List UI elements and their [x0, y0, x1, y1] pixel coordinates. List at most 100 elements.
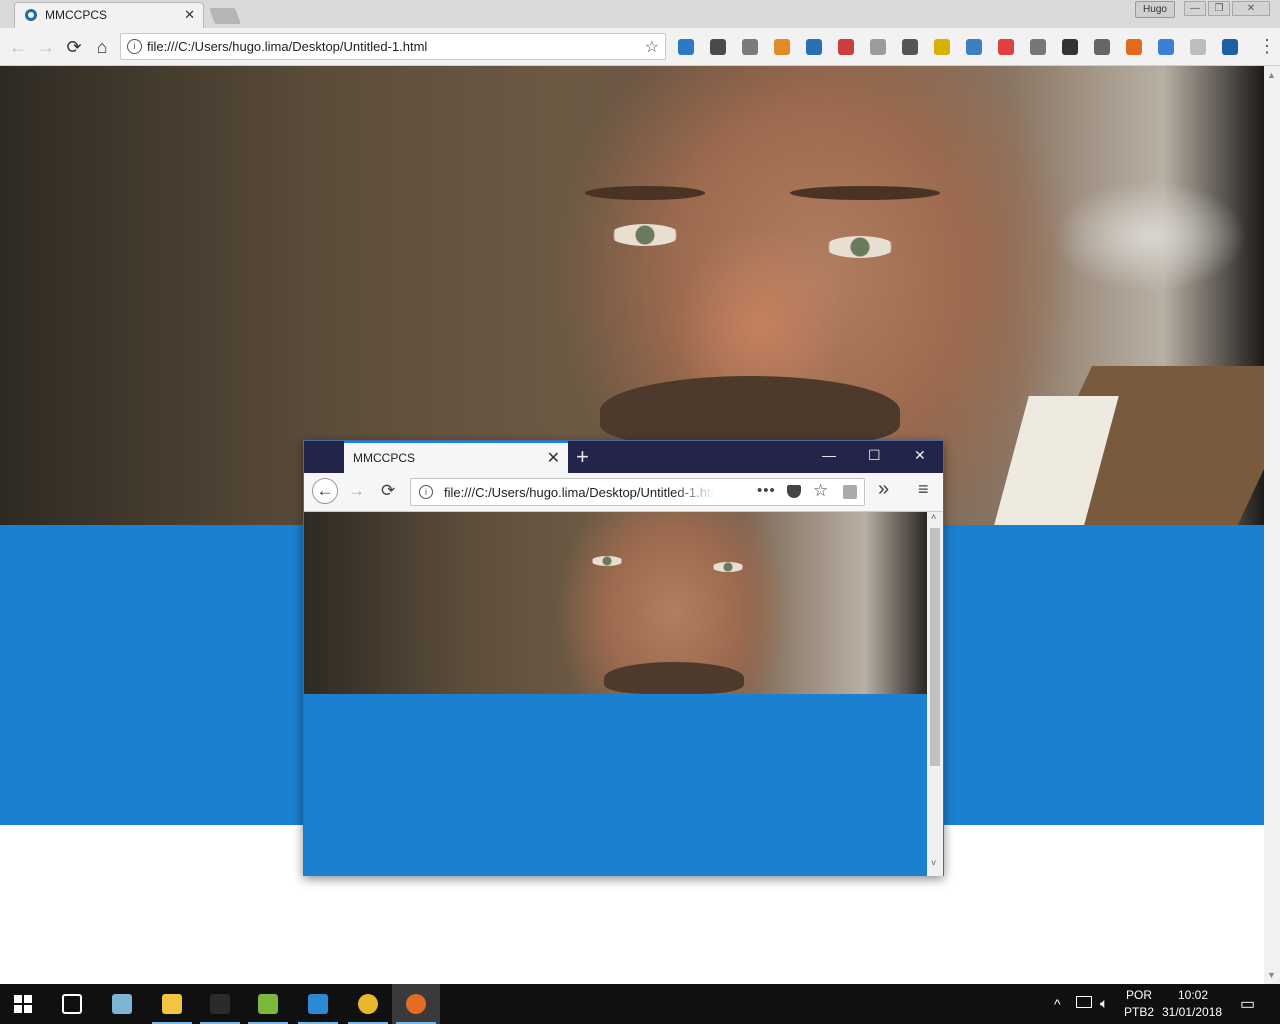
taskbar-app-green-button[interactable]	[244, 984, 292, 1024]
photo-left-eye	[610, 224, 680, 246]
firefox-titlebar[interactable]: MMCCPCS ✕ + — ☐ ✕	[304, 441, 943, 473]
extension-icon[interactable]	[774, 39, 790, 55]
hamburger-menu-icon[interactable]: ≡	[918, 479, 929, 500]
firefox-maximize-button[interactable]: ☐	[868, 447, 881, 464]
firefox-tab-title: MMCCPCS	[353, 451, 415, 465]
chrome-tab-active[interactable]: MMCCPCS ✕	[14, 2, 204, 28]
extension-icon[interactable]	[678, 39, 694, 55]
chrome-tab-strip: MMCCPCS ✕ Hugo — ❐ ✕	[0, 0, 1280, 28]
restore-button[interactable]: ❐	[1208, 1, 1230, 16]
ff-scroll-up-icon[interactable]: ˄	[931, 512, 936, 522]
firefox-tab-active[interactable]: MMCCPCS ✕	[344, 441, 568, 473]
notepad-icon	[112, 994, 132, 1014]
chrome-icon	[358, 994, 378, 1014]
extension-icon[interactable]	[806, 39, 822, 55]
bookmark-star-icon[interactable]: ☆	[645, 37, 659, 57]
chrome-new-tab-button[interactable]	[209, 8, 241, 24]
extension-icon[interactable]	[998, 39, 1014, 55]
app-green-icon	[258, 994, 278, 1014]
reader-view-icon[interactable]	[843, 485, 857, 499]
site-favicon-icon	[25, 9, 37, 21]
extension-icon[interactable]	[838, 39, 854, 55]
vscode-icon	[308, 994, 328, 1014]
photo-right-brow	[790, 186, 940, 200]
chrome-menu-icon[interactable]: ⋮	[1258, 36, 1276, 57]
extension-icon[interactable]	[966, 39, 982, 55]
home-icon[interactable]: ⌂	[92, 37, 112, 57]
firefox-reload-icon[interactable]: ⟳	[381, 481, 395, 501]
taskbar-file-explorer-button[interactable]	[148, 984, 196, 1024]
ff-photo-moustache	[604, 662, 744, 694]
clock-date[interactable]: 31/01/2018	[1162, 1005, 1222, 1019]
back-arrow-icon[interactable]: ←	[8, 37, 28, 57]
notification-center-icon[interactable]: ▭	[1240, 994, 1255, 1014]
address-bar[interactable]: i file:///C:/Users/hugo.lima/Desktop/Unt…	[120, 33, 666, 60]
taskbar-task-view-button[interactable]	[48, 984, 96, 1024]
extension-icon[interactable]	[1030, 39, 1046, 55]
address-bar-url[interactable]: file:///C:/Users/hugo.lima/Desktop/Untit…	[147, 39, 427, 54]
extension-icon[interactable]	[742, 39, 758, 55]
firefox-info-icon[interactable]: i	[419, 485, 433, 499]
clock-time[interactable]: 10:02	[1178, 988, 1208, 1002]
windows-start-icon[interactable]	[14, 995, 32, 1013]
firefox-page-content	[304, 512, 927, 876]
windows-taskbar: ^ 🔈︎ POR PTB2 10:02 31/01/2018 ▭	[0, 984, 1280, 1024]
page-scrollbar[interactable]: ▲ ▼	[1264, 66, 1280, 984]
firefox-url-text[interactable]: file:///C:/Users/hugo.lima/Desktop/Untit…	[444, 485, 714, 500]
info-icon[interactable]: i	[127, 39, 142, 54]
keyboard-layout[interactable]: PTB2	[1124, 1005, 1154, 1019]
extension-icon[interactable]	[934, 39, 950, 55]
tray-chevron-icon[interactable]: ^	[1054, 996, 1061, 1012]
close-window-button[interactable]: ✕	[1232, 1, 1270, 16]
terminal-icon	[210, 994, 230, 1014]
ff-scroll-down-icon[interactable]: ˅	[931, 858, 936, 868]
profile-button[interactable]: Hugo	[1135, 1, 1175, 18]
network-icon[interactable]	[1076, 996, 1092, 1008]
pocket-icon[interactable]	[787, 485, 801, 498]
chrome-tab-title: MMCCPCS	[45, 8, 107, 22]
file-explorer-icon	[162, 994, 182, 1014]
photo-moustache	[600, 376, 900, 446]
taskbar-terminal-button[interactable]	[196, 984, 244, 1024]
language-code[interactable]: POR	[1126, 988, 1152, 1002]
extension-icon[interactable]	[1158, 39, 1174, 55]
photo-right-eye	[825, 236, 895, 258]
ff-photo-left-eye	[591, 556, 623, 566]
scroll-down-arrow-icon[interactable]: ▼	[1267, 970, 1276, 980]
firefox-new-tab-icon[interactable]: +	[576, 444, 589, 470]
firefox-scrollbar[interactable]: ˄ ˅	[927, 512, 943, 876]
taskbar-chrome-button[interactable]	[344, 984, 392, 1024]
firefox-icon	[406, 994, 426, 1014]
extension-icon[interactable]	[1094, 39, 1110, 55]
firefox-back-icon[interactable]: ←	[312, 478, 338, 504]
chrome-tab-close-icon[interactable]: ✕	[184, 7, 195, 23]
taskbar-notepad-button[interactable]	[98, 984, 146, 1024]
volume-icon[interactable]: 🔈︎	[1100, 995, 1108, 1012]
extension-icon[interactable]	[1062, 39, 1078, 55]
chrome-toolbar: ← → ⟳ ⌂ i file:///C:/Users/hugo.lima/Des…	[0, 28, 1280, 66]
photo-left-brow	[585, 186, 705, 200]
firefox-forward-icon[interactable]: →	[348, 481, 365, 501]
extension-icon[interactable]	[710, 39, 726, 55]
minimize-button[interactable]: —	[1184, 1, 1206, 16]
firefox-hero-photo	[304, 512, 927, 694]
page-actions-icon[interactable]: •••	[757, 482, 776, 499]
firefox-url-bar[interactable]: i file:///C:/Users/hugo.lima/Desktop/Unt…	[410, 478, 865, 506]
firefox-window[interactable]: MMCCPCS ✕ + — ☐ ✕ ← → ⟳ i file:///C:/Use…	[303, 440, 944, 876]
firefox-minimize-button[interactable]: —	[822, 447, 836, 463]
forward-arrow-icon[interactable]: →	[36, 37, 56, 57]
ff-scroll-thumb[interactable]	[930, 528, 940, 766]
extension-icon[interactable]	[870, 39, 886, 55]
firefox-close-button[interactable]: ✕	[914, 447, 926, 464]
taskbar-firefox-button[interactable]	[392, 984, 440, 1024]
extension-icon[interactable]	[902, 39, 918, 55]
firefox-tab-close-icon[interactable]: ✕	[547, 448, 560, 468]
overflow-chevron-icon[interactable]: »	[878, 478, 889, 501]
reload-icon[interactable]: ⟳	[64, 37, 84, 57]
extension-icon[interactable]	[1126, 39, 1142, 55]
taskbar-vscode-button[interactable]	[294, 984, 342, 1024]
extension-icon[interactable]	[1222, 39, 1238, 55]
extension-icon[interactable]	[1190, 39, 1206, 55]
scroll-up-arrow-icon[interactable]: ▲	[1267, 70, 1276, 80]
firefox-bookmark-star-icon[interactable]: ☆	[813, 481, 828, 501]
